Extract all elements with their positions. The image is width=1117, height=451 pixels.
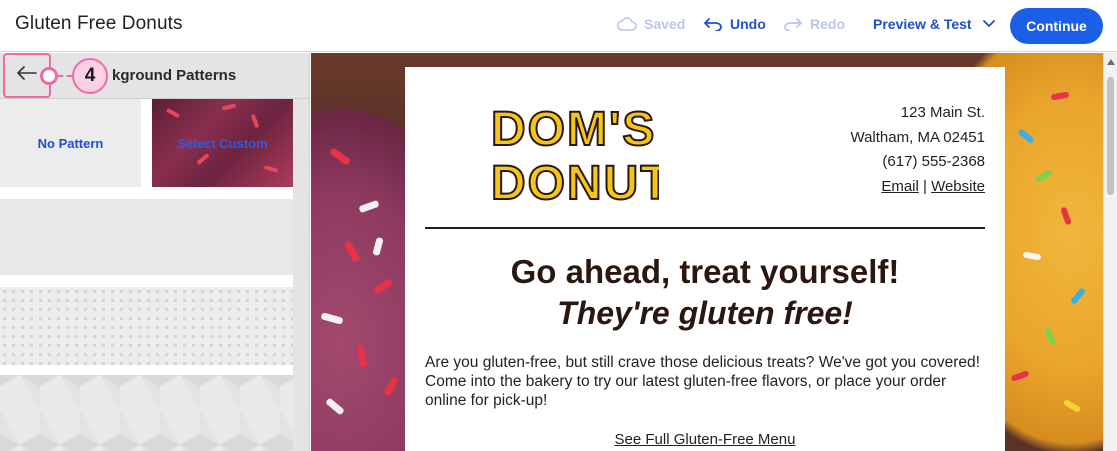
sprinkle <box>1022 251 1042 261</box>
panel-scrollbar[interactable] <box>293 99 309 451</box>
sprinkle <box>1060 206 1072 226</box>
address-block: 123 Main St. Waltham, MA 02451 (617) 555… <box>850 101 985 199</box>
sprinkle <box>1010 370 1030 382</box>
redo-button[interactable]: Redo <box>783 16 845 32</box>
pattern-list[interactable]: No Pattern Select Custom <box>0 99 293 451</box>
scroll-thumb[interactable] <box>1107 77 1114 195</box>
sprinkle <box>1062 398 1082 414</box>
arrow-left-icon <box>17 66 37 85</box>
no-pattern-tile[interactable]: No Pattern <box>0 99 141 187</box>
sprinkle <box>343 240 361 263</box>
sprinkle <box>250 113 260 129</box>
pattern-tile-dots[interactable] <box>0 287 293 365</box>
email-body-text[interactable]: Are you gluten-free, but still crave tho… <box>425 353 985 410</box>
phone-number: (617) 555-2368 <box>882 153 985 170</box>
sprinkle <box>165 107 181 119</box>
sprinkle <box>328 147 352 166</box>
continue-button[interactable]: Continue <box>1010 8 1103 44</box>
left-panel: 4 kground Patterns No Pattern Select Cus… <box>0 53 310 451</box>
undo-label: Undo <box>730 16 766 32</box>
email-link[interactable]: Email <box>881 178 919 195</box>
sprinkle <box>1050 91 1070 101</box>
city-state-zip: Waltham, MA 02451 <box>850 128 985 146</box>
sprinkle <box>358 199 380 214</box>
email-headline[interactable]: Go ahead, treat yourself! <box>405 253 1005 291</box>
link-separator: | <box>923 177 927 195</box>
no-pattern-label: No Pattern <box>37 135 104 151</box>
sprinkle <box>1069 287 1087 305</box>
contact-links: Email | Website <box>850 175 985 200</box>
sprinkle <box>325 397 345 416</box>
sprinkle <box>196 152 210 166</box>
scroll-up-arrow-icon[interactable] <box>1107 59 1115 65</box>
divider <box>425 227 985 229</box>
undo-button[interactable]: Undo <box>703 16 766 32</box>
redo-label: Redo <box>810 16 845 32</box>
undo-arrow-icon <box>703 17 723 31</box>
sprinkle <box>1017 127 1035 145</box>
sprinkle <box>372 277 394 296</box>
cloud-icon <box>617 17 637 31</box>
doms-donuts-logo[interactable]: DOM'S DONUTS <box>489 97 705 211</box>
sprinkle <box>263 165 279 173</box>
pattern-tile-geometric[interactable] <box>0 375 293 451</box>
sprinkle <box>320 312 344 325</box>
pattern-tile-plain[interactable] <box>0 199 293 275</box>
preview-label: Preview & Test <box>873 16 972 32</box>
email-subheadline[interactable]: They're gluten free! <box>405 295 1005 332</box>
preview-test-dropdown[interactable]: Preview & Test <box>873 16 995 32</box>
sprinkle <box>221 103 237 111</box>
select-custom-tile[interactable]: Select Custom <box>152 99 293 187</box>
callout-connector <box>58 75 72 77</box>
select-custom-label: Select Custom <box>177 135 268 151</box>
website-link[interactable]: Website <box>931 178 985 195</box>
full-menu-link[interactable]: See Full Gluten-Free Menu <box>405 431 1005 448</box>
top-bar: Gluten Free Donuts Saved Undo Redo Previ… <box>0 0 1117 52</box>
redo-arrow-icon <box>783 17 803 31</box>
saved-status: Saved <box>617 16 685 32</box>
panel-header: 4 kground Patterns <box>0 53 309 99</box>
callout-dot <box>40 67 58 85</box>
sprinkle <box>372 236 384 257</box>
email-content: DOM'S DONUTS 123 Main St. Waltham, MA 02… <box>405 67 1005 451</box>
sprinkle <box>356 345 368 368</box>
chevron-down-icon <box>982 20 995 28</box>
document-title[interactable]: Gluten Free Donuts <box>15 13 183 35</box>
logo-text-line1: DOM'S <box>491 103 656 156</box>
logo-text-line2: DONUTS <box>491 157 659 205</box>
sprinkle <box>1043 326 1057 346</box>
panel-title: kground Patterns <box>112 67 237 84</box>
step-callout-badge: 4 <box>72 58 108 94</box>
saved-label: Saved <box>644 16 686 32</box>
sprinkle <box>382 376 400 397</box>
canvas-scrollbar[interactable] <box>1103 53 1117 451</box>
street-address: 123 Main St. <box>900 104 985 121</box>
sprinkle <box>1034 168 1054 184</box>
